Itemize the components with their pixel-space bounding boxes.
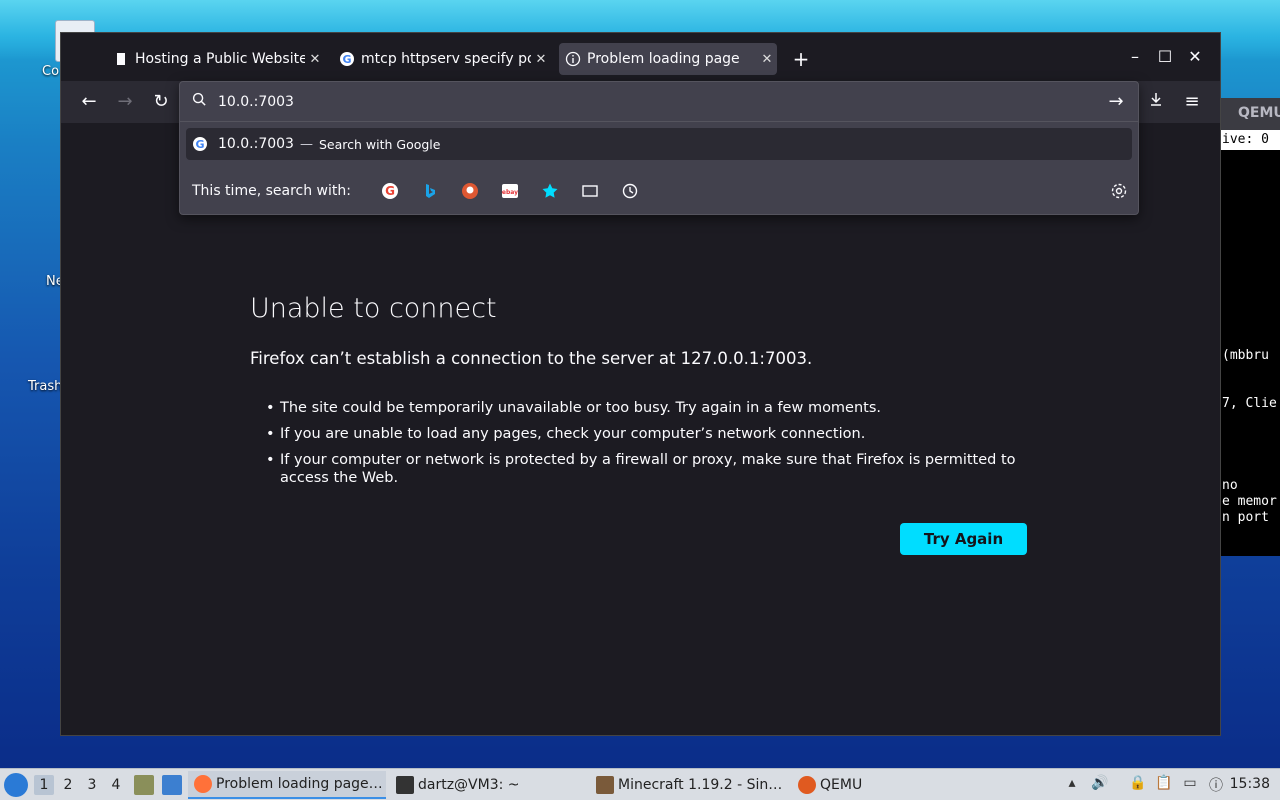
search-icon: [192, 92, 210, 111]
list-item: If your computer or network is protected…: [266, 451, 1046, 487]
suggestion-query: 10.0.:7003: [218, 136, 294, 152]
error-suggestions: The site could be temporarily unavailabl…: [266, 399, 1046, 495]
forward-button[interactable]: →: [113, 90, 137, 114]
qemu-console-line: 7, Clie: [1222, 396, 1277, 411]
list-item: If you are unable to load any pages, che…: [266, 425, 1046, 443]
downloads-button[interactable]: [1144, 90, 1168, 114]
task-minecraft[interactable]: Minecraft 1.19.2 - Sin…: [590, 771, 788, 799]
file-manager-icon[interactable]: [134, 775, 154, 795]
page-icon: [113, 51, 129, 67]
tray-expand-icon[interactable]: ▴: [1062, 775, 1082, 795]
firefox-icon: [194, 775, 212, 793]
task-label: Problem loading page…: [216, 776, 383, 792]
duckduckgo-icon[interactable]: [450, 177, 490, 205]
start-menu-button[interactable]: [4, 773, 28, 797]
qemu-console-line: e memor: [1222, 494, 1277, 509]
desktop-icon-network[interactable]: Ne: [0, 230, 64, 300]
list-item: The site could be temporarily unavailabl…: [266, 399, 1046, 417]
desktop-icon-computer[interactable]: Co: [0, 20, 95, 90]
urlbar-panel: → G 10.0.:7003 — Search with Google This…: [179, 81, 1139, 215]
back-button[interactable]: ←: [77, 90, 101, 114]
tabs-icon[interactable]: [570, 177, 610, 205]
google-icon: G: [339, 51, 355, 67]
history-icon[interactable]: [610, 177, 650, 205]
desktop-icon-trash[interactable]: Trash: [0, 335, 62, 405]
clock[interactable]: 15:38: [1230, 776, 1270, 792]
firefox-window[interactable]: Hosting a Public Website ✕ G mtcp httpse…: [60, 32, 1221, 736]
workspace-1[interactable]: 1: [34, 775, 54, 795]
minimize-button[interactable]: –: [1124, 47, 1146, 66]
desktop-icon-label: Trash: [28, 379, 63, 394]
close-tab-icon[interactable]: ✕: [305, 52, 325, 67]
reload-button[interactable]: ↻: [149, 90, 173, 114]
tab-problem-loading-page[interactable]: Problem loading page ✕: [559, 43, 777, 75]
taskbar: 1 2 3 4 Problem loading page… dartz@VM3:…: [0, 768, 1280, 800]
svg-text:G: G: [195, 138, 204, 151]
search-suggestion-row[interactable]: G 10.0.:7003 — Search with Google: [186, 128, 1132, 160]
tab-title: mtcp httpserv specify po: [361, 51, 531, 67]
bookmarks-icon[interactable]: [530, 177, 570, 205]
close-tab-icon[interactable]: ✕: [531, 52, 551, 67]
urlbar[interactable]: →: [180, 82, 1138, 122]
svg-text:G: G: [342, 53, 351, 66]
lock-icon[interactable]: 🔒: [1128, 775, 1148, 795]
task-qemu[interactable]: QEMU: [792, 771, 990, 799]
qemu-console-line: (mbbru: [1222, 348, 1269, 363]
tab-bar: Hosting a Public Website ✕ G mtcp httpse…: [61, 33, 1220, 81]
task-firefox[interactable]: Problem loading page…: [188, 771, 386, 799]
close-window-button[interactable]: ✕: [1184, 47, 1206, 66]
workspace-2[interactable]: 2: [58, 775, 78, 795]
close-tab-icon[interactable]: ✕: [757, 52, 777, 67]
task-label: QEMU: [820, 777, 863, 793]
show-desktop-icon[interactable]: [162, 775, 182, 795]
new-tab-button[interactable]: +: [789, 47, 813, 71]
workspace-4[interactable]: 4: [106, 775, 126, 795]
error-lead: Firefox can’t establish a connection to …: [250, 349, 813, 368]
suggestion-action: Search with Google: [318, 136, 441, 152]
error-title: Unable to connect: [250, 293, 497, 324]
try-again-button[interactable]: Try Again: [900, 523, 1027, 555]
task-label: dartz@VM3: ~: [418, 777, 520, 793]
gear-icon[interactable]: [1110, 182, 1128, 200]
qemu-console-line: no: [1222, 478, 1238, 493]
task-terminal[interactable]: dartz@VM3: ~: [390, 771, 588, 799]
qemu-status-text: ive: 0: [1222, 132, 1269, 147]
network-icon[interactable]: ▭: [1180, 775, 1200, 795]
task-label: Minecraft 1.19.2 - Sin…: [618, 777, 783, 793]
menu-button[interactable]: ≡: [1180, 90, 1204, 114]
minecraft-icon: [596, 776, 614, 794]
one-off-search-bar: This time, search with: G ebay: [180, 168, 1138, 214]
go-arrow-icon[interactable]: →: [1104, 91, 1128, 112]
tab-mtcp-httpserv[interactable]: G mtcp httpserv specify po ✕: [333, 43, 551, 75]
search-with-label: This time, search with:: [192, 183, 351, 199]
tab-title: Hosting a Public Website: [135, 51, 305, 67]
clipboard-icon[interactable]: 📋: [1154, 775, 1174, 795]
ebay-icon[interactable]: ebay: [490, 177, 530, 205]
google-icon: G: [192, 136, 208, 152]
maximize-button[interactable]: ☐: [1154, 47, 1176, 66]
notification-icon[interactable]: ⓘ: [1206, 775, 1226, 795]
qemu-icon: [798, 776, 816, 794]
qemu-console-line: n port: [1222, 510, 1269, 525]
bing-icon[interactable]: [410, 177, 450, 205]
google-icon[interactable]: G: [370, 177, 410, 205]
svg-text:G: G: [385, 184, 395, 198]
url-input[interactable]: [218, 86, 1104, 117]
desktop-icon-label: Co: [42, 64, 60, 79]
svg-text:ebay: ebay: [502, 189, 518, 196]
workspace-3[interactable]: 3: [82, 775, 102, 795]
terminal-icon: [396, 776, 414, 794]
tab-title: Problem loading page: [587, 51, 740, 67]
info-icon: [565, 51, 581, 67]
tab-hosting-public-website[interactable]: Hosting a Public Website ✕: [107, 43, 325, 75]
suggestion-separator: —: [299, 136, 313, 152]
volume-icon[interactable]: 🔊: [1090, 775, 1110, 795]
